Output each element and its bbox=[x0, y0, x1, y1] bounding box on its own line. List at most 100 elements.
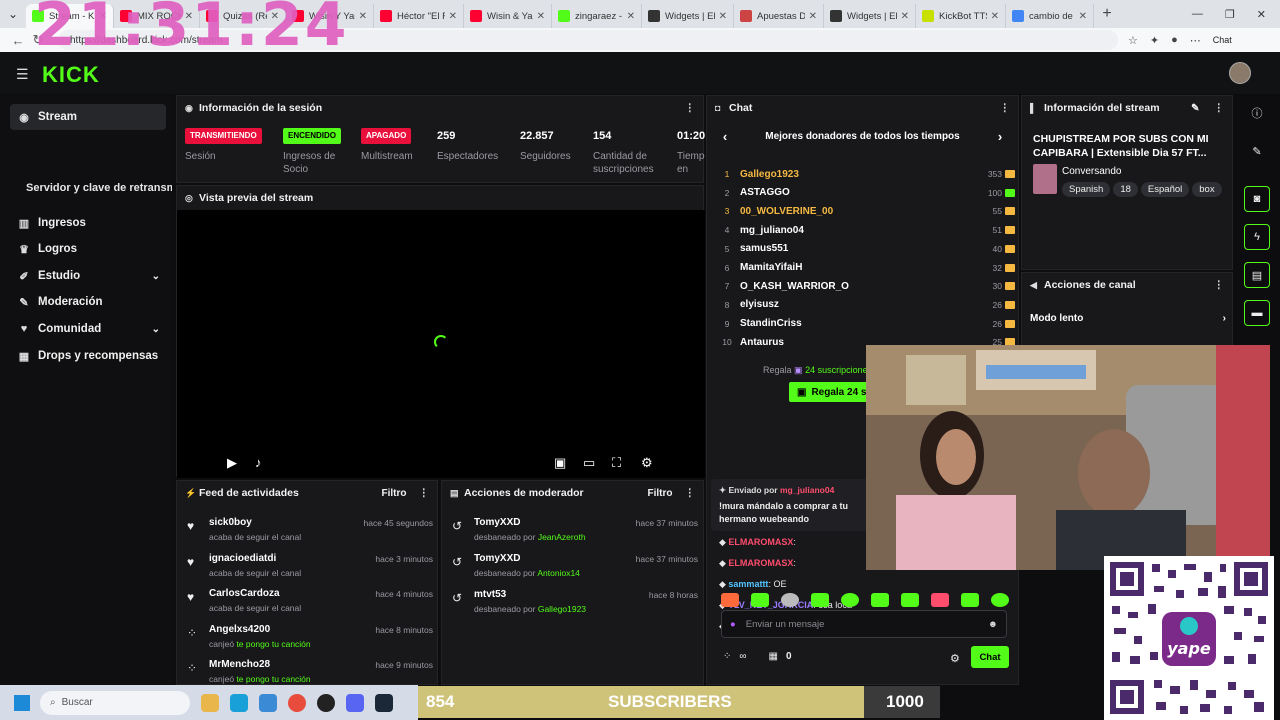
app-icon[interactable] bbox=[317, 693, 335, 712]
miniplayer-icon[interactable]: ▣ bbox=[554, 455, 566, 471]
tab-close-icon[interactable]: ✕ bbox=[449, 11, 457, 22]
edit-icon[interactable]: ✎ bbox=[1191, 103, 1199, 114]
star-icon[interactable]: ☆ bbox=[1128, 34, 1138, 47]
fullscreen-icon[interactable]: ⛶ bbox=[612, 455, 621, 471]
points-icon[interactable]: ⁘ bbox=[723, 651, 731, 662]
tab-close-icon[interactable]: ✕ bbox=[537, 11, 545, 22]
stream-tag[interactable]: Español bbox=[1140, 182, 1190, 197]
sidebar-item-stream[interactable]: ◉ Stream bbox=[10, 104, 166, 130]
stream-tag[interactable]: 18 bbox=[1113, 182, 1138, 197]
sidebar-item-ingresos[interactable]: ▥ Ingresos bbox=[10, 210, 166, 236]
chat-username[interactable]: ELMAROMASX bbox=[728, 558, 793, 568]
leaderboard-user[interactable]: 00_WOLVERINE_00 bbox=[740, 206, 833, 217]
copilot-chat-button[interactable]: Chat bbox=[1213, 35, 1232, 45]
stream-tag[interactable]: Spanish bbox=[1062, 182, 1111, 197]
emote-icon[interactable] bbox=[841, 593, 859, 607]
more-options-icon[interactable]: ⋮ bbox=[419, 487, 430, 499]
chevron-right-icon[interactable]: › bbox=[990, 129, 1010, 144]
more-options-icon[interactable]: ⋮ bbox=[1214, 102, 1225, 114]
camera-icon[interactable]: ◙ bbox=[1244, 186, 1270, 212]
leaderboard-user[interactable]: Antaurus bbox=[740, 337, 784, 348]
activity-user[interactable]: Angelxs4200 bbox=[209, 624, 270, 635]
more-options-icon[interactable]: ⋮ bbox=[1000, 102, 1011, 114]
more-options-icon[interactable]: ⋮ bbox=[685, 102, 696, 114]
profile-icon[interactable]: ● bbox=[1171, 34, 1178, 46]
leaderboard-user[interactable]: ASTAGGO bbox=[740, 187, 790, 198]
tab-close-icon[interactable]: ✕ bbox=[901, 11, 909, 22]
leaderboard-user[interactable]: StandinCriss bbox=[740, 318, 802, 329]
new-tab-button[interactable]: + bbox=[1094, 5, 1120, 23]
mod-action-user[interactable]: TomyXXD bbox=[474, 553, 521, 564]
leaderboard-user[interactable]: Gallego1923 bbox=[740, 169, 799, 180]
gift-icon[interactable]: ▦ bbox=[769, 651, 778, 662]
tab-close-icon[interactable]: ✕ bbox=[719, 11, 727, 22]
more-icon[interactable]: ⋯ bbox=[1190, 34, 1201, 47]
menu-icon[interactable]: ☰ bbox=[16, 66, 29, 83]
leaderboard-user[interactable]: elyisusz bbox=[740, 299, 779, 310]
taskbar-search[interactable]: ⌕ Buscar bbox=[40, 690, 190, 715]
sidebar-item-logros[interactable]: ♛ Logros bbox=[10, 236, 166, 262]
close-window-icon[interactable]: ✕ bbox=[1257, 8, 1266, 21]
tab-close-icon[interactable]: ✕ bbox=[991, 11, 999, 22]
windows-start-icon[interactable] bbox=[14, 694, 30, 711]
activity-user[interactable]: sick0boy bbox=[209, 517, 252, 528]
tab-list-icon[interactable]: ⌄ bbox=[0, 0, 26, 28]
emote-icon[interactable] bbox=[781, 593, 799, 607]
mic-icon[interactable]: ● bbox=[730, 619, 736, 630]
restore-icon[interactable]: ❐ bbox=[1225, 8, 1235, 21]
sidebar-sub-stream-key[interactable]: Servidor y clave de retransmisión bbox=[26, 182, 172, 194]
kick-logo[interactable]: KICK bbox=[42, 62, 100, 88]
sidebar-item-estudio[interactable]: ✐ Estudio ⌄ bbox=[10, 263, 166, 289]
emote-icon[interactable] bbox=[751, 593, 769, 607]
chat-send-button[interactable]: Chat bbox=[971, 646, 1009, 668]
leaderboard-user[interactable]: O_KASH_WARRIOR_O bbox=[740, 281, 849, 292]
browser-tab[interactable]: Héctor "El Fathe ✕ bbox=[374, 4, 464, 28]
emote-icon[interactable] bbox=[811, 593, 829, 607]
sidebar-item-drops-y-recompensas[interactable]: ▦ Drops y recompensas bbox=[10, 343, 166, 369]
browser-tab[interactable]: zingaraez - Wat ✕ bbox=[552, 4, 642, 28]
sidebar-item-moderación[interactable]: ✎ Moderación bbox=[10, 289, 166, 315]
activity-user[interactable]: ignacioediatdi bbox=[209, 553, 276, 564]
info-circle-icon[interactable]: ⓘ bbox=[1244, 100, 1270, 126]
moderator-name[interactable]: Gallego1923 bbox=[538, 604, 586, 614]
theater-icon[interactable]: ▭ bbox=[583, 455, 595, 471]
browser-tab[interactable]: Widgets | El me ✕ bbox=[824, 4, 916, 28]
gift-subs-button[interactable]: ▣ Regala 24 s bbox=[789, 382, 875, 402]
speech-bubble-icon[interactable]: ▬ bbox=[1244, 300, 1270, 326]
emote-icon[interactable] bbox=[871, 593, 889, 607]
tab-close-icon[interactable]: ✕ bbox=[809, 11, 817, 22]
activity-user[interactable]: CarlosCardoza bbox=[209, 588, 280, 599]
emote-icon[interactable] bbox=[901, 593, 919, 607]
lightning-icon[interactable]: ϟ bbox=[1244, 224, 1270, 250]
leaderboard-user[interactable]: samus551 bbox=[740, 243, 788, 254]
mod-filter-button[interactable]: Filtro bbox=[648, 488, 673, 499]
chat-input[interactable]: ● Enviar un mensaje ☻ bbox=[721, 610, 1007, 638]
browser-tab[interactable]: Wisin & Yandel ✕ bbox=[464, 4, 552, 28]
chrome-icon[interactable] bbox=[288, 693, 306, 712]
emoji-icon[interactable]: ☻ bbox=[988, 619, 998, 630]
browser-tab[interactable]: cambio de dóla ✕ bbox=[1006, 4, 1094, 28]
emote-icon[interactable] bbox=[721, 593, 739, 607]
store-icon[interactable] bbox=[259, 693, 277, 712]
browser-tab[interactable]: Widgets | El me ✕ bbox=[642, 4, 734, 28]
sidebar-item-comunidad[interactable]: ♥ Comunidad ⌄ bbox=[10, 316, 166, 342]
video-player[interactable]: ▶ ♪ ▣ ▭ ⛶ ⚙ bbox=[177, 210, 705, 478]
chat-username[interactable]: ELMAROMASX bbox=[728, 537, 793, 547]
tab-close-icon[interactable]: ✕ bbox=[359, 11, 367, 22]
steam-icon[interactable] bbox=[375, 693, 393, 712]
back-icon[interactable]: ← bbox=[8, 33, 28, 48]
emote-icon[interactable] bbox=[931, 593, 949, 607]
tab-close-icon[interactable]: ✕ bbox=[627, 11, 635, 22]
chat-settings-icon[interactable]: ⚙ bbox=[950, 652, 960, 665]
extensions-icon[interactable]: ✦ bbox=[1150, 34, 1159, 47]
minimize-icon[interactable]: — bbox=[1192, 8, 1203, 21]
moderator-name[interactable]: JeanAzeroth bbox=[538, 532, 586, 542]
mod-action-user[interactable]: mtvt53 bbox=[474, 589, 506, 600]
browser-tab[interactable]: KickBot TTS Se ✕ bbox=[916, 4, 1006, 28]
slow-mode-item[interactable]: Modo lento › bbox=[1030, 313, 1226, 324]
mod-action-user[interactable]: TomyXXD bbox=[474, 517, 521, 528]
discord-icon[interactable] bbox=[346, 693, 364, 712]
chat-username[interactable]: sammattt bbox=[728, 579, 768, 589]
browser-tab[interactable]: Apuestas Depo ✕ bbox=[734, 4, 824, 28]
stream-tag[interactable]: box bbox=[1192, 182, 1222, 197]
